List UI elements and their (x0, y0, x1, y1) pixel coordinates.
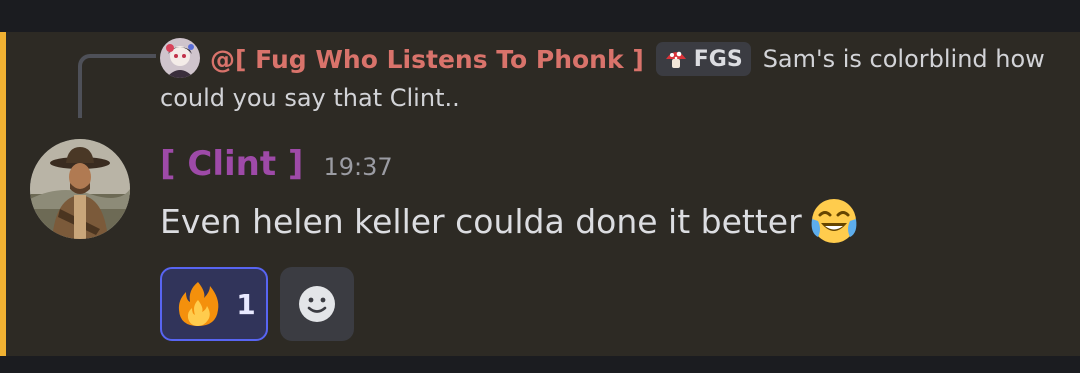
reaction-count: 1 (236, 287, 256, 321)
reply-text: Sam's is colorblind how (762, 45, 1045, 73)
reply-text-continued: could you say that Clint.. (160, 84, 460, 112)
message-header: [ Clint ] 19:37 (160, 144, 393, 188)
message-text: Even helen keller coulda done it better (160, 201, 802, 241)
cowboy-avatar-icon (30, 139, 130, 239)
author-avatar[interactable] (30, 139, 130, 239)
reply-author-name[interactable]: @[ Fug Who Listens To Phonk ] (210, 45, 644, 74)
top-strip (0, 0, 1080, 32)
message-container[interactable]: @[ Fug Who Listens To Phonk ] FGS Sam's … (0, 32, 1080, 356)
reply-avatar[interactable] (160, 38, 200, 78)
timestamp[interactable]: 19:37 (323, 153, 392, 181)
reply-spine (78, 54, 156, 118)
reaction-fire[interactable]: 1 (160, 267, 268, 341)
reply-preview[interactable]: @[ Fug Who Listens To Phonk ] FGS Sam's … (210, 42, 1045, 76)
role-badge-label: FGS (693, 46, 743, 72)
bottom-strip (0, 356, 1080, 373)
role-badge: FGS (655, 42, 751, 76)
add-reaction-button[interactable] (280, 267, 354, 341)
smiley-add-reaction-icon (299, 286, 335, 322)
fire-emoji-icon (179, 282, 219, 326)
mention-highlight-bar (0, 32, 6, 356)
author-name[interactable]: [ Clint ] (160, 144, 303, 184)
joy-emoji-icon (811, 199, 857, 243)
anime-avatar-icon (160, 38, 200, 78)
message-content: Even helen keller coulda done it better (160, 196, 860, 246)
mushroom-icon (665, 51, 686, 68)
